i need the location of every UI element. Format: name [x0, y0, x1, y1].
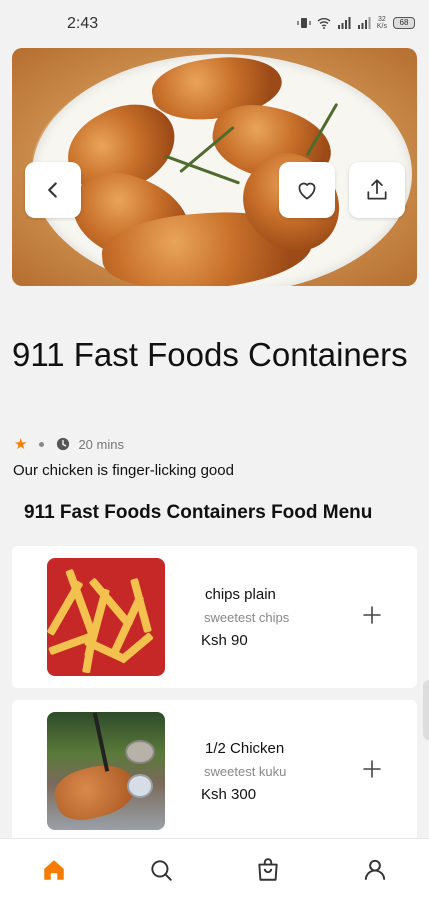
home-icon	[43, 859, 64, 880]
favorite-button[interactable]	[279, 162, 335, 218]
menu-item-card[interactable]: chips plain sweetest chips Ksh 90	[12, 546, 417, 688]
wifi-icon	[317, 18, 331, 29]
menu-item-price: Ksh 300	[201, 786, 257, 803]
signal-icon	[337, 17, 351, 29]
tab-profile[interactable]	[322, 839, 429, 900]
restaurant-tagline: Our chicken is finger-licking good	[13, 462, 234, 479]
star-icon: ★	[14, 436, 28, 453]
menu-item-description: sweetest kuku	[204, 764, 287, 779]
tab-home[interactable]	[0, 839, 107, 900]
fries-photo	[47, 558, 165, 676]
tab-cart[interactable]	[215, 839, 322, 900]
heart-icon	[298, 182, 316, 200]
back-button[interactable]	[25, 162, 81, 218]
menu-item-description: sweetest chips	[204, 610, 290, 625]
restaurant-name: 911 Fast Foods Containers	[12, 336, 408, 373]
menu-item-price: Ksh 90	[201, 632, 248, 649]
separator-dot	[39, 441, 45, 447]
share-icon	[367, 179, 387, 200]
status-time: 2:43	[67, 15, 99, 32]
delivery-time: 20 mins	[78, 436, 124, 452]
shopping-bag-icon	[258, 857, 278, 881]
tab-search[interactable]	[107, 839, 214, 900]
bottom-nav	[0, 838, 429, 900]
share-button[interactable]	[349, 162, 405, 218]
signal-icon-2	[357, 17, 371, 29]
restaurant-meta: ★ 20 mins	[14, 435, 124, 453]
menu-item-name: chips plain	[205, 586, 276, 603]
add-icon[interactable]	[361, 604, 383, 626]
chevron-left-icon	[48, 182, 57, 198]
menu-heading: 911 Fast Foods Containers Food Menu	[24, 502, 373, 523]
battery-indicator: 68	[393, 17, 415, 29]
menu-item-card[interactable]: 1/2 Chicken sweetest kuku Ksh 300	[12, 700, 417, 842]
chicken-photo	[47, 712, 165, 830]
edge-handle[interactable]	[423, 680, 429, 740]
clock-icon	[57, 437, 70, 451]
menu-item-name: 1/2 Chicken	[205, 740, 285, 757]
vibrate-icon	[297, 18, 311, 28]
status-icons: 32 K/s 68	[297, 16, 415, 30]
add-icon[interactable]	[361, 758, 383, 780]
status-bar: 2:43 32 K/s 68	[0, 0, 429, 48]
search-icon	[151, 859, 172, 881]
net-speed: 32 K/s	[376, 16, 387, 30]
user-icon	[365, 859, 386, 880]
